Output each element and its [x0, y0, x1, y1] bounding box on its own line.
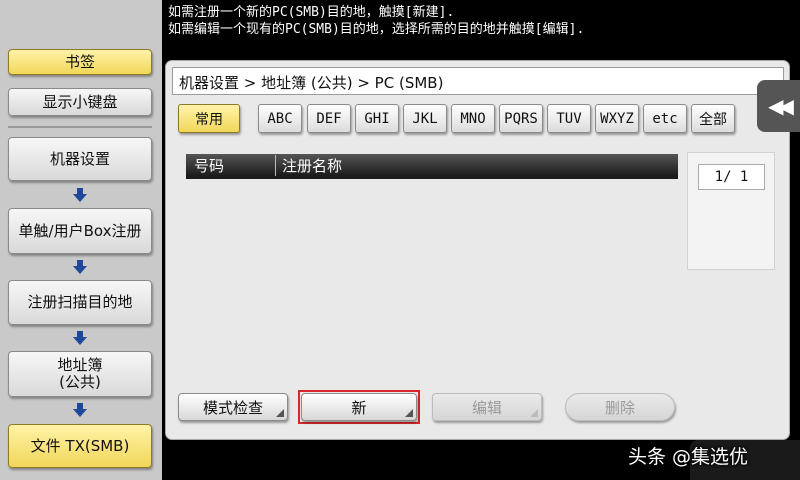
- delete-label: 删除: [604, 398, 635, 417]
- edit-label: 编辑: [471, 398, 502, 417]
- instruction-line-2: 如需编辑一个现有的PC(SMB)目的地，选择所需的目的地并触摸[编辑].: [168, 22, 585, 37]
- sidebar: 书签 显示小键盘 机器设置 单触/用户Box注册 注册扫描目的地 地址簿 (公共…: [0, 0, 162, 480]
- table-divider: [186, 176, 678, 179]
- sidebar-item-register-scan-destination[interactable]: 注册扫描目的地: [8, 280, 152, 325]
- sidebar-item-file-tx-smb[interactable]: 文件 TX(SMB): [8, 424, 152, 468]
- down-arrow-icon: [73, 331, 87, 345]
- tab-all[interactable]: 全部: [691, 104, 735, 133]
- delete-button[interactable]: 删除: [565, 393, 675, 421]
- tab-wxyz[interactable]: WXYZ: [595, 104, 639, 133]
- column-header-registration-name: 注册名称: [282, 156, 343, 175]
- tab-mno[interactable]: MNO: [451, 104, 495, 133]
- tab-abc[interactable]: ABC: [258, 104, 302, 133]
- watermark: 头条 @集选优: [628, 446, 749, 468]
- tab-common[interactable]: 常用: [178, 104, 240, 133]
- collapse-panel-button[interactable]: ◀◀: [757, 80, 800, 132]
- down-arrow-icon: [73, 188, 87, 202]
- sidebar-item-onetouch-box-registration[interactable]: 单触/用户Box注册: [8, 208, 152, 254]
- sidebar-item-machine-settings[interactable]: 机器设置: [8, 137, 152, 181]
- column-header-number: 号码: [186, 154, 276, 176]
- breadcrumb: 机器设置 > 地址簿 (公共) > PC (SMB): [172, 67, 784, 95]
- corner-triangle-icon: [405, 409, 413, 417]
- pager-panel: 1/ 1: [687, 152, 775, 270]
- double-chevron-left-icon: ◀◀: [768, 94, 794, 118]
- bookmark-button[interactable]: 书签: [8, 49, 152, 75]
- corner-triangle-icon: [530, 409, 538, 417]
- mode-check-button[interactable]: 模式检查: [178, 393, 288, 421]
- table-header: 号码 注册名称: [186, 154, 678, 176]
- tab-etc[interactable]: etc: [643, 104, 687, 133]
- page-indicator: 1/ 1: [698, 164, 765, 190]
- tab-jkl[interactable]: JKL: [403, 104, 447, 133]
- tab-pqrs[interactable]: PQRS: [499, 104, 543, 133]
- new-button[interactable]: 新: [301, 393, 417, 421]
- sidebar-item-address-book-public[interactable]: 地址簿 (公共): [8, 351, 152, 397]
- instruction-text: 如需注册一个新的PC(SMB)目的地，触摸[新建]. 如需编辑一个现有的PC(S…: [168, 4, 584, 38]
- tab-def[interactable]: DEF: [307, 104, 351, 133]
- corner-triangle-icon: [276, 409, 284, 417]
- sidebar-divider: [8, 126, 152, 128]
- tab-ghi[interactable]: GHI: [355, 104, 399, 133]
- mode-check-label: 模式检查: [202, 398, 263, 417]
- tab-tuv[interactable]: TUV: [547, 104, 591, 133]
- main-panel: 机器设置 > 地址簿 (公共) > PC (SMB) 常用 ABC DEF GH…: [165, 60, 790, 440]
- edit-button[interactable]: 编辑: [432, 393, 542, 421]
- new-label: 新: [351, 398, 367, 417]
- down-arrow-icon: [73, 403, 87, 417]
- down-arrow-icon: [73, 260, 87, 274]
- instruction-line-1: 如需注册一个新的PC(SMB)目的地，触摸[新建].: [168, 5, 455, 20]
- show-keypad-button[interactable]: 显示小键盘: [8, 88, 152, 116]
